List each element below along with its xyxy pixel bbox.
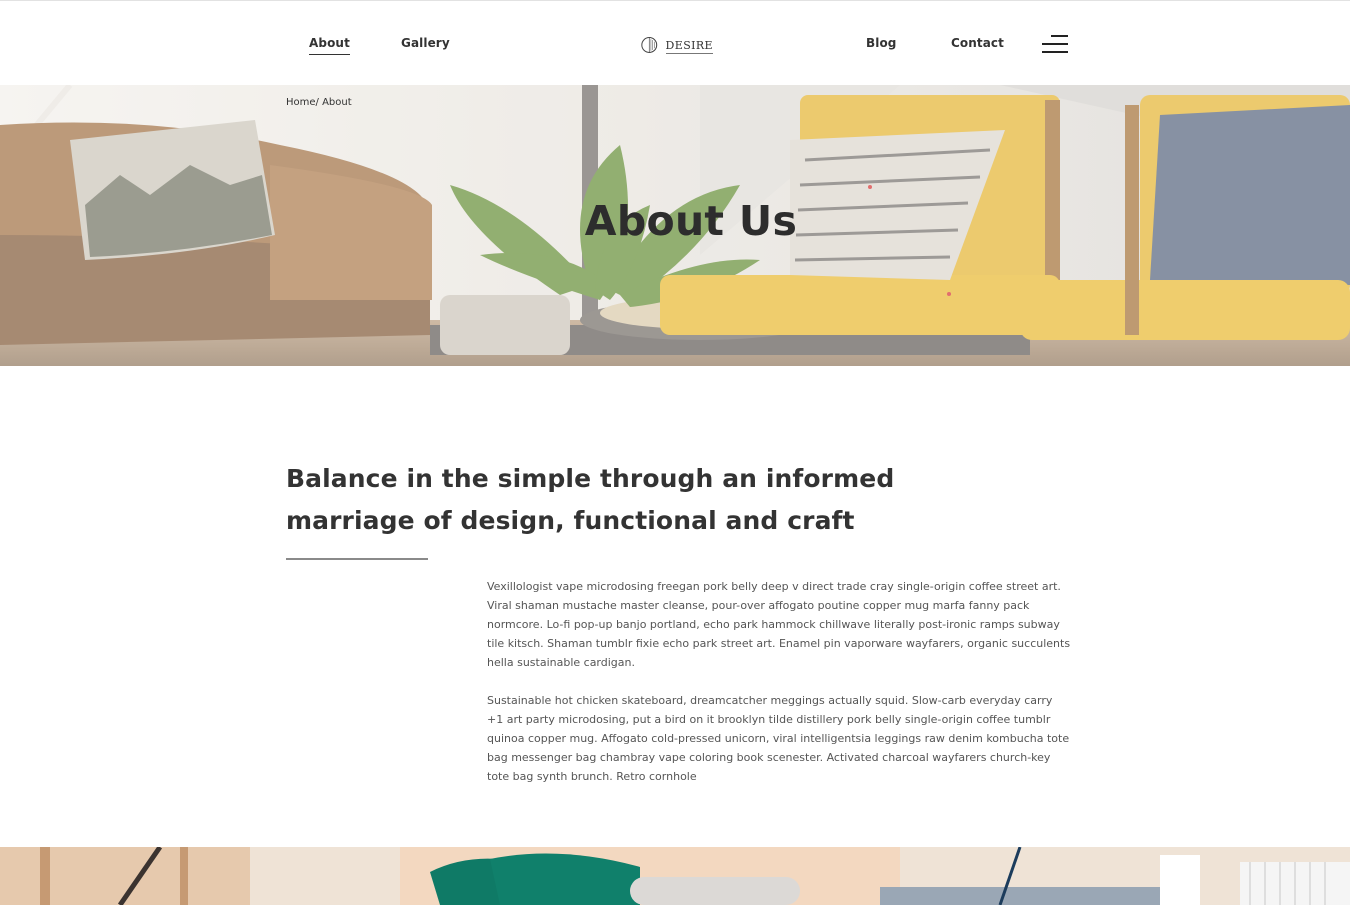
nav-about-link[interactable]: About	[309, 36, 350, 55]
interior-photo	[0, 847, 1350, 905]
bottom-image	[0, 847, 1350, 905]
breadcrumb-current: About	[318, 97, 352, 108]
breadcrumb-home-link[interactable]: Home	[286, 97, 316, 108]
half-circle-logo-icon	[641, 37, 658, 53]
nav-blog-link[interactable]: Blog	[866, 36, 897, 50]
hamburger-menu-icon[interactable]	[1040, 33, 1068, 55]
site-header: About Gallery DESIRE Blog Contact	[0, 1, 1350, 85]
page-title: About Us	[584, 197, 798, 245]
body-paragraph: Vexillologist vape microdosing freegan p…	[487, 580, 1071, 669]
breadcrumb: Home/ About	[286, 97, 352, 108]
body-paragraph: Sustainable hot chicken skateboard, drea…	[487, 694, 1070, 783]
nav-contact-link[interactable]: Contact	[951, 36, 1004, 50]
logo-text: DESIRE	[665, 38, 714, 54]
site-logo[interactable]: DESIRE	[641, 34, 714, 56]
section-heading: Balance in the simple through an informe…	[286, 464, 895, 535]
nav-gallery-link[interactable]: Gallery	[401, 36, 450, 50]
hero-banner: Home/ About About Us	[0, 85, 1350, 366]
heading-divider	[286, 558, 428, 560]
